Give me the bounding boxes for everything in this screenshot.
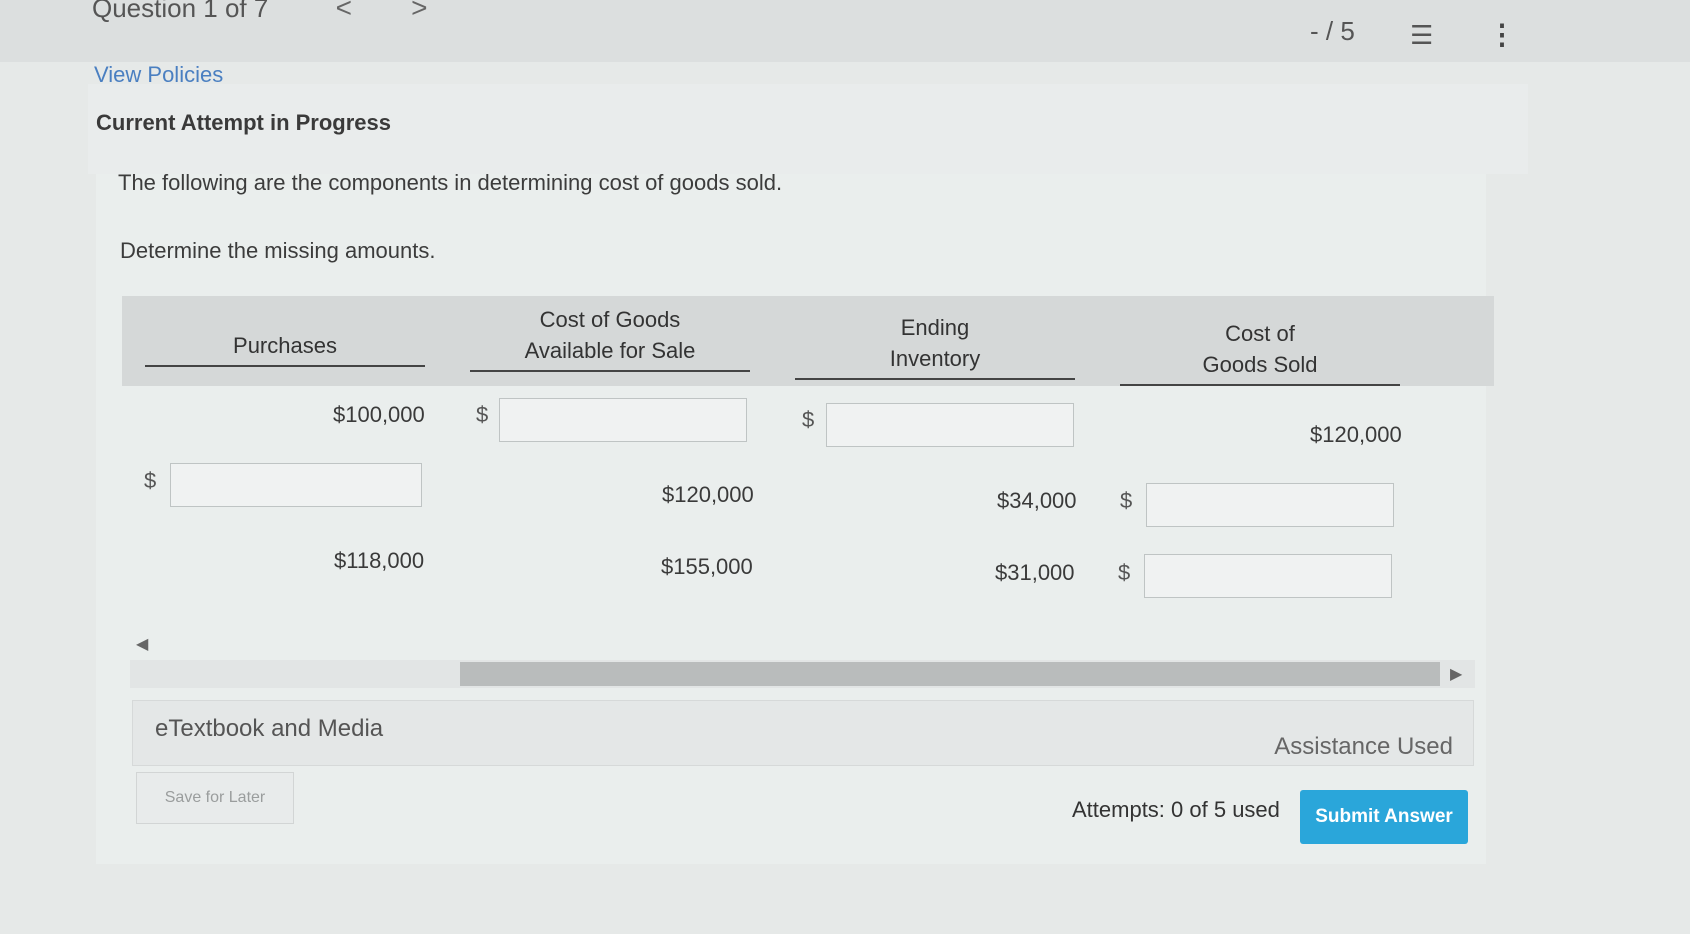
row1-cogas-input[interactable] (499, 398, 747, 442)
row3-ending: $31,000 (995, 560, 1075, 585)
prev-question-icon[interactable]: < (336, 0, 352, 24)
scrollbar-thumb[interactable] (460, 662, 1440, 686)
etextbook-link[interactable]: eTextbook and Media (155, 715, 383, 743)
save-for-later-button[interactable]: Save for Later (136, 772, 294, 824)
row2-cogs-input[interactable] (1146, 483, 1394, 527)
next-question-icon[interactable]: > (411, 0, 427, 24)
row3-cogas: $155,000 (661, 554, 753, 579)
row1-cogs: $120,000 (1310, 422, 1402, 447)
header-cost-of-goods-available: Cost of Goods Available for Sale (470, 304, 750, 372)
question-counter: Question 1 of 7 (92, 0, 269, 23)
row3-purchases: $118,000 (334, 548, 425, 573)
row1-cogas-currency: $ (476, 402, 489, 427)
header-ending-inventory: Ending Inventory (795, 312, 1075, 380)
question-instruction: Determine the missing amounts. (120, 238, 436, 263)
row3-cogs-input[interactable] (1144, 554, 1392, 598)
question-text: The following are the components in dete… (118, 170, 783, 195)
row2-cogs-currency: $ (1120, 488, 1133, 513)
attempt-title: Current Attempt in Progress (96, 110, 392, 135)
more-options-icon[interactable]: ⋮ (1488, 18, 1516, 51)
assistance-used-link[interactable]: Assistance Used (1274, 733, 1453, 761)
row1-ending-input[interactable] (826, 403, 1074, 447)
submit-answer-button[interactable]: Submit Answer (1300, 790, 1468, 844)
score-display: - / 5 (1310, 16, 1355, 46)
question-list-icon[interactable]: ☰ (1410, 20, 1433, 51)
attempts-counter: Attempts: 0 of 5 used (1072, 797, 1280, 822)
resources-bar: eTextbook and Media Assistance Used (132, 700, 1474, 766)
row3-cogs-currency: $ (1118, 560, 1131, 585)
scroll-right-icon[interactable]: ▶ (1450, 664, 1462, 684)
row2-purchases-currency: $ (144, 468, 157, 493)
row1-purchases: $100,000 (333, 402, 425, 427)
row2-ending: $34,000 (997, 488, 1077, 513)
header-cost-of-goods-sold: Cost of Goods Sold (1120, 318, 1400, 386)
row1-ending-currency: $ (802, 407, 815, 432)
row2-purchases-input[interactable] (170, 463, 422, 507)
question-navigation: Question 1 of 7 < > (92, 0, 480, 24)
row2-cogas: $120,000 (662, 482, 754, 507)
header-purchases: Purchases (145, 330, 425, 367)
scroll-left-icon[interactable]: ◀ (136, 634, 148, 654)
attempt-header: Current Attempt in Progress (88, 84, 1528, 174)
